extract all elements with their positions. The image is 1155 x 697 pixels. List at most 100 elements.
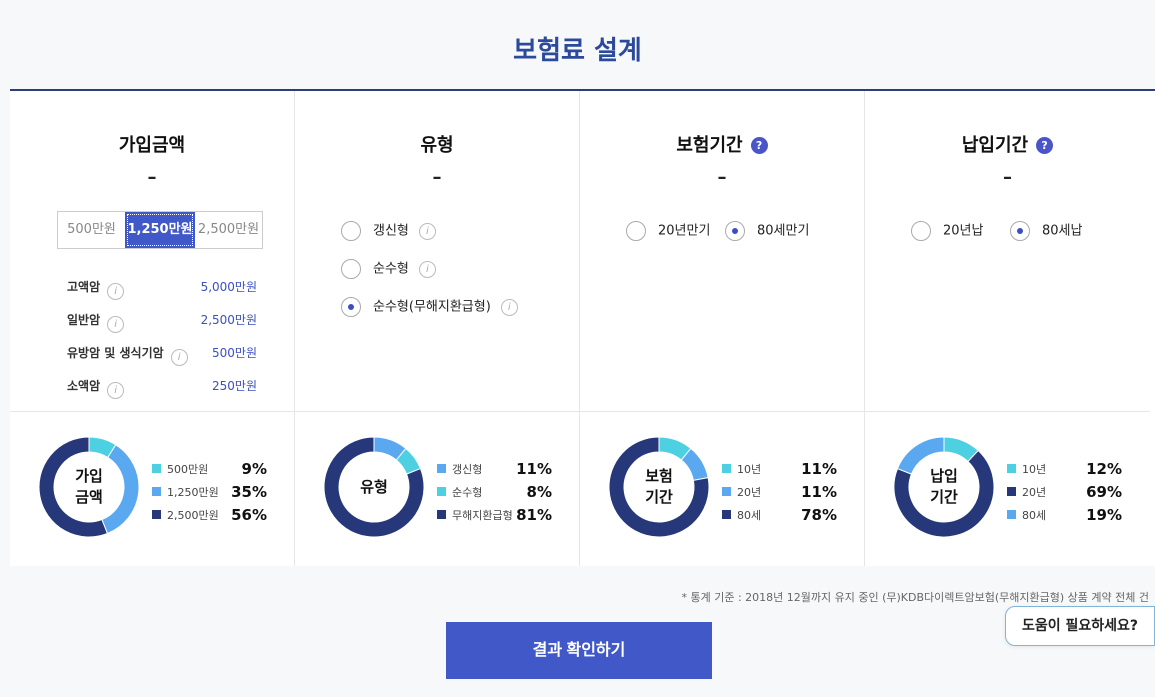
legend-percent: 11% <box>516 460 552 478</box>
detail-value: 250만원 <box>212 379 257 393</box>
legend-label: 순수형 <box>452 486 483 499</box>
legend-label: 20년 <box>737 486 762 499</box>
legend-item: 20년 69% <box>1007 481 1122 504</box>
legend-percent: 35% <box>231 483 267 501</box>
legend-item: 10년 11% <box>722 458 837 481</box>
detail-row-small: 소액암 i 250만원 <box>67 377 257 399</box>
legend-percent: 78% <box>801 506 837 524</box>
donut-center-label: 가입 금액 <box>75 467 103 506</box>
type-column: 유형 – 갱신형 i 순수형 i 순수형(무해지환급형) i 유형 갱신형 11% 순수… <box>295 91 580 566</box>
detail-label: 고액암 <box>67 280 101 294</box>
payment-dash: – <box>1003 167 1012 188</box>
detail-value: 2,500만원 <box>200 313 257 327</box>
type-option-renewal[interactable]: 갱신형 i <box>341 221 436 241</box>
detail-label: 유방암 및 생식기암 <box>67 346 164 360</box>
detail-label: 소액암 <box>67 379 101 393</box>
payment-title: 납입기간? <box>865 131 1150 157</box>
radio-label: 80세만기 <box>757 223 810 239</box>
info-icon[interactable]: i <box>170 349 188 366</box>
confirm-result-button[interactable]: 결과 확인하기 <box>446 622 712 679</box>
legend-percent: 19% <box>1086 506 1122 524</box>
info-icon[interactable]: i <box>107 283 125 300</box>
info-icon[interactable]: i <box>418 222 436 240</box>
radio-circle[interactable] <box>341 221 361 241</box>
period-option-80age[interactable]: 80세만기 <box>725 221 809 241</box>
legend-swatch <box>152 510 161 519</box>
radio-label: 순수형 <box>373 261 409 277</box>
type-title: 유형 <box>420 135 454 156</box>
legend-swatch <box>437 464 446 473</box>
legend-label: 1,250만원 <box>167 486 219 499</box>
type-legend: 갱신형 11% 순수형 8% 무해지환급형 81% <box>437 458 552 527</box>
info-icon[interactable]: i <box>500 298 518 316</box>
legend-label: 2,500만원 <box>167 509 219 522</box>
legend-swatch <box>437 510 446 519</box>
legend-swatch <box>437 487 446 496</box>
amount-option-1250[interactable]: 1,250만원 <box>125 212 195 248</box>
legend-swatch <box>152 464 161 473</box>
help-icon[interactable]: ? <box>750 137 768 154</box>
radio-circle[interactable] <box>626 221 646 241</box>
legend-label: 10년 <box>1022 463 1047 476</box>
legend-swatch <box>152 487 161 496</box>
divider <box>10 411 294 412</box>
type-option-pure[interactable]: 순수형 i <box>341 259 436 279</box>
radio-label: 갱신형 <box>373 223 409 239</box>
legend-swatch <box>722 510 731 519</box>
design-panel: 가입금액 – 500만원 1,250만원 2,500만원 고액암 i 5,000만… <box>10 89 1155 566</box>
amount-selector: 500만원 1,250만원 2,500만원 <box>57 211 263 249</box>
payment-option-20y[interactable]: 20년납 <box>911 221 983 241</box>
radio-circle-selected[interactable] <box>341 297 361 317</box>
legend-label: 80세 <box>737 509 762 522</box>
legend-label: 500만원 <box>167 463 209 476</box>
detail-row-high: 고액암 i 5,000만원 <box>67 278 257 300</box>
payment-option-80age[interactable]: 80세납 <box>1010 221 1082 241</box>
legend-item: 500만원 9% <box>152 458 267 481</box>
detail-value: 500만원 <box>212 346 257 360</box>
legend-percent: 56% <box>231 506 267 524</box>
radio-label: 20년만기 <box>658 223 711 239</box>
legend-item: 80세 19% <box>1007 504 1122 527</box>
divider <box>295 411 579 412</box>
help-icon[interactable]: ? <box>1036 137 1054 154</box>
legend-swatch <box>1007 464 1016 473</box>
legend-percent: 8% <box>526 483 552 501</box>
legend-swatch <box>722 487 731 496</box>
legend-percent: 11% <box>801 483 837 501</box>
period-column: 보험기간? – 20년만기 80세만기 보험 기간 10년 11% 20년 11% … <box>580 91 865 566</box>
legend-item: 갱신형 11% <box>437 458 552 481</box>
amount-option-2500[interactable]: 2,500만원 <box>195 212 262 248</box>
type-option-pure-nonrefund[interactable]: 순수형(무해지환급형) i <box>341 297 518 317</box>
detail-row-breast: 유방암 및 생식기암 i 500만원 <box>67 344 257 366</box>
info-icon[interactable]: i <box>107 382 125 399</box>
radio-label: 80세납 <box>1042 223 1083 239</box>
help-chat-button[interactable]: 도움이 필요하세요? <box>1005 606 1155 646</box>
radio-circle[interactable] <box>911 221 931 241</box>
legend-swatch <box>1007 487 1016 496</box>
radio-circle[interactable] <box>341 259 361 279</box>
legend-percent: 9% <box>241 460 267 478</box>
info-icon[interactable]: i <box>107 316 125 333</box>
legend-swatch <box>722 464 731 473</box>
period-option-20y[interactable]: 20년만기 <box>626 221 710 241</box>
legend-label: 80세 <box>1022 509 1047 522</box>
period-legend: 10년 11% 20년 11% 80세 78% <box>722 458 837 527</box>
type-dash: – <box>432 167 442 188</box>
legend-swatch <box>1007 510 1016 519</box>
legend-item: 80세 78% <box>722 504 837 527</box>
amount-option-500[interactable]: 500만원 <box>58 212 125 248</box>
donut-center-label: 보험 기간 <box>645 467 673 506</box>
radio-circle-selected[interactable] <box>725 221 745 241</box>
radio-circle-selected[interactable] <box>1010 221 1030 241</box>
statistics-footnote: * 통계 기준 : 2018년 12월까지 유지 중인 (무)KDB다이렉트암보… <box>681 591 1149 604</box>
info-icon[interactable]: i <box>418 260 436 278</box>
amount-column: 가입금액 – 500만원 1,250만원 2,500만원 고액암 i 5,000만… <box>10 91 295 566</box>
payment-legend: 10년 12% 20년 69% 80세 19% <box>1007 458 1122 527</box>
detail-row-general: 일반암 i 2,500만원 <box>67 311 257 333</box>
legend-percent: 11% <box>801 460 837 478</box>
detail-label: 일반암 <box>67 313 101 327</box>
radio-label: 20년납 <box>943 223 984 239</box>
legend-item: 무해지환급형 81% <box>437 504 552 527</box>
legend-label: 갱신형 <box>452 463 483 476</box>
amount-title: 가입금액 <box>118 135 186 156</box>
